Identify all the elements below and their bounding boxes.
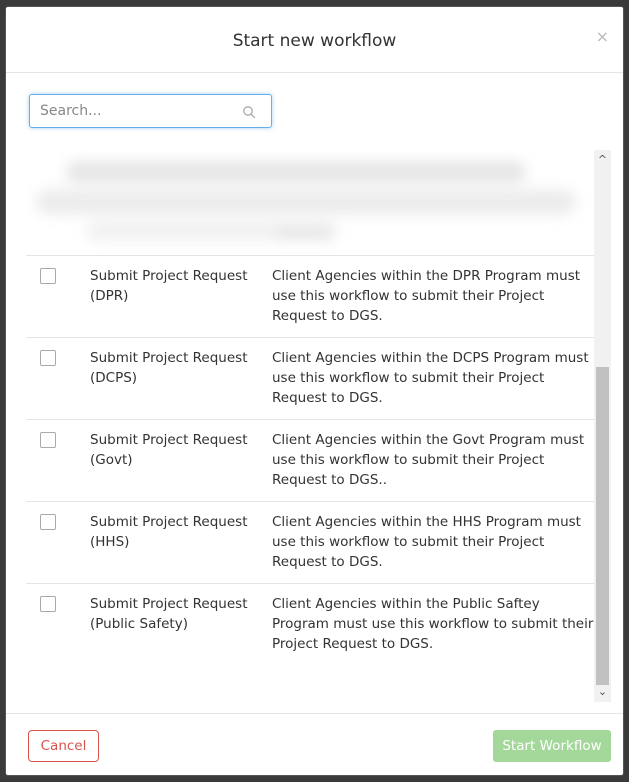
start-workflow-modal: Start new workflow × Submit Project Requ… [5, 6, 624, 776]
workflow-rows: Submit Project Request (DPR) Client Agenc… [26, 255, 596, 665]
search-field[interactable] [29, 94, 272, 128]
chevron-down-icon[interactable]: ⌄ [594, 685, 611, 702]
search-input[interactable] [30, 95, 240, 127]
list-scrollbar[interactable]: ^ ⌄ [594, 150, 611, 702]
modal-header: Start new workflow × [6, 7, 623, 73]
scrollbar-thumb[interactable] [596, 367, 609, 685]
workflow-checkbox[interactable] [40, 268, 56, 284]
workflow-checkbox[interactable] [40, 350, 56, 366]
list-item[interactable]: Submit Project Request (Govt) Client Agen… [26, 419, 596, 501]
workflow-name: Submit Project Request (Govt) [90, 432, 248, 468]
search-icon [243, 106, 256, 119]
workflow-checkbox[interactable] [40, 514, 56, 530]
list-item[interactable]: Submit Project Request (HHS) Client Agenc… [26, 501, 596, 583]
blurred-list-item [26, 150, 596, 254]
modal-title: Start new workflow [232, 31, 397, 51]
start-workflow-button[interactable]: Start Workflow [493, 730, 611, 762]
workflow-description: Client Agencies within the DCPS Program … [272, 350, 589, 406]
workflow-name: Submit Project Request (HHS) [90, 514, 248, 550]
close-icon[interactable]: × [596, 29, 609, 45]
workflow-description: Client Agencies within the DPR Program m… [272, 268, 581, 324]
workflow-checkbox[interactable] [40, 596, 56, 612]
workflow-checkbox[interactable] [40, 432, 56, 448]
workflow-description: Client Agencies within the Public Saftey… [272, 596, 594, 652]
workflow-list: Submit Project Request (DPR) Client Agenc… [26, 150, 612, 700]
list-item[interactable]: Submit Project Request (DPR) Client Agenc… [26, 255, 596, 337]
cancel-button[interactable]: Cancel [28, 730, 99, 762]
modal-footer: Cancel Start Workflow [6, 713, 623, 775]
workflow-description: Client Agencies within the Govt Program … [272, 432, 585, 488]
list-item[interactable]: Submit Project Request (DCPS) Client Agen… [26, 337, 596, 419]
list-item[interactable]: Submit Project Request (Public Safety) Cl… [26, 583, 596, 665]
workflow-name: Submit Project Request (DPR) [90, 268, 248, 304]
chevron-up-icon[interactable]: ^ [594, 150, 611, 167]
workflow-name: Submit Project Request (DCPS) [90, 350, 248, 386]
workflow-name: Submit Project Request (Public Safety) [90, 596, 248, 632]
workflow-description: Client Agencies within the HHS Program m… [272, 514, 581, 570]
